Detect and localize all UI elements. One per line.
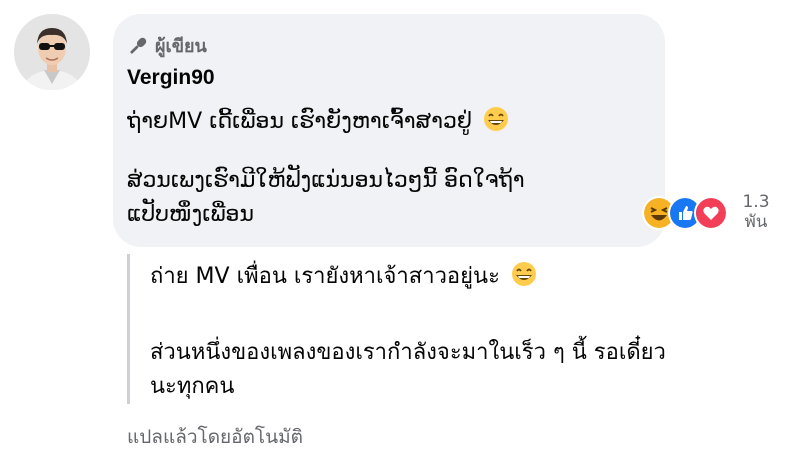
translation-line-1: ถ่าย MV เพื่อน เรายังหาเจ้าสาวอยู่นะ <box>150 258 537 293</box>
grinning-face-emoji-icon <box>511 262 536 286</box>
translation-block: ถ่าย MV เพื่อน เรายังหาเจ้าสาวอยู่นะ ส่ว… <box>127 254 794 404</box>
comment-line-1: ຖ່າຍMV ເດີ້ເພື່ອນ ເຮົາຍັງຫາເຈົ້າສາວຢູ່ <box>127 106 509 134</box>
grinning-face-emoji-icon <box>484 107 508 131</box>
microphone-icon <box>130 37 147 54</box>
author-badge-label: ผู้เขียน <box>155 36 207 57</box>
translation-line-2: ส่วนหนึ่งของเพลงของเรากำลังจะมาในเร็ว ๆ … <box>150 340 666 365</box>
comment-line-3: ແປັບໜຶ່ງເພື່ອນ <box>127 202 254 227</box>
commenter-name[interactable]: Vergin90 <box>127 66 215 90</box>
translation-line-3: นะทุกคน <box>150 374 235 399</box>
avatar[interactable] <box>14 14 90 90</box>
comment-line-2: ສ່ວນເພງເຮົາມີໃຫ້ຟັງແນ່ນອນໄວໆນີ້ ອົດໃຈຖ້າ <box>127 168 525 193</box>
auto-translated-label[interactable]: แปลแล้วโดยอัตโนมัติ <box>127 422 303 452</box>
author-badge: ผู้เขียน <box>127 31 207 60</box>
love-icon <box>694 196 728 230</box>
reaction-summary[interactable] <box>642 196 728 230</box>
avatar-photo <box>14 14 90 90</box>
comment-bubble[interactable]: ผู้เขียน Vergin90 ຖ່າຍMV ເດີ້ເພື່ອນ ເຮົາ… <box>113 14 665 247</box>
reaction-count[interactable]: 1.3 พัน <box>738 192 774 232</box>
